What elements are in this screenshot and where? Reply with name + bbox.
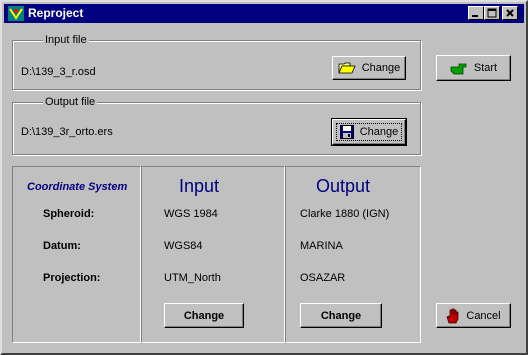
- input-change-button[interactable]: Change: [164, 303, 244, 328]
- close-button[interactable]: [502, 6, 518, 20]
- coordinate-system-panel: Coordinate System Spheroid: Datum: Proje…: [12, 166, 141, 343]
- input-file-group: Input file D:\139_3_r.osd Change: [12, 33, 421, 90]
- input-file-change-button[interactable]: Change: [332, 56, 406, 80]
- input-datum-value: WGS84: [164, 240, 203, 252]
- title-bar[interactable]: Reproject: [4, 4, 524, 23]
- projection-label: Projection:: [43, 272, 101, 284]
- output-file-group: Output file D:\139_3r_orto.ers Change: [12, 95, 421, 155]
- output-file-legend: Output file: [43, 95, 98, 109]
- spheroid-label: Spheroid:: [43, 208, 95, 220]
- input-panel: Input WGS 1984 WGS84 UTM_North Change: [141, 166, 285, 343]
- minimize-icon: [472, 15, 478, 17]
- floppy-disk-icon: [339, 125, 354, 139]
- folder-open-icon: [338, 61, 356, 75]
- input-header: Input: [179, 176, 220, 196]
- datum-label: Datum:: [43, 240, 81, 252]
- close-icon: [506, 9, 514, 17]
- stop-hand-icon: [446, 308, 460, 324]
- maximize-button[interactable]: [484, 6, 500, 20]
- coordinate-system-title: Coordinate System: [27, 181, 128, 193]
- window-title: Reproject: [28, 6, 84, 20]
- output-change-button[interactable]: Change: [300, 303, 382, 328]
- app-icon: [8, 6, 24, 21]
- input-file-legend: Input file: [43, 33, 89, 47]
- output-panel: Output Clarke 1880 (IGN) MARINA OSAZAR C…: [285, 166, 421, 343]
- minimize-button[interactable]: [468, 6, 484, 20]
- hand-pointing-icon: [450, 61, 468, 75]
- input-file-path: D:\139_3_r.osd: [21, 66, 96, 78]
- cancel-button[interactable]: Cancel: [436, 303, 511, 328]
- output-file-change-button[interactable]: Change: [331, 118, 407, 146]
- maximize-icon: [487, 8, 497, 18]
- output-file-path: D:\139_3r_orto.ers: [21, 126, 113, 138]
- input-spheroid-value: WGS 1984: [164, 208, 218, 220]
- output-header: Output: [316, 176, 371, 196]
- output-spheroid-value: Clarke 1880 (IGN): [300, 208, 390, 220]
- start-button[interactable]: Start: [436, 55, 511, 81]
- input-projection-value: UTM_North: [164, 272, 221, 284]
- output-projection-value: OSAZAR: [300, 272, 346, 284]
- output-datum-value: MARINA: [300, 240, 343, 252]
